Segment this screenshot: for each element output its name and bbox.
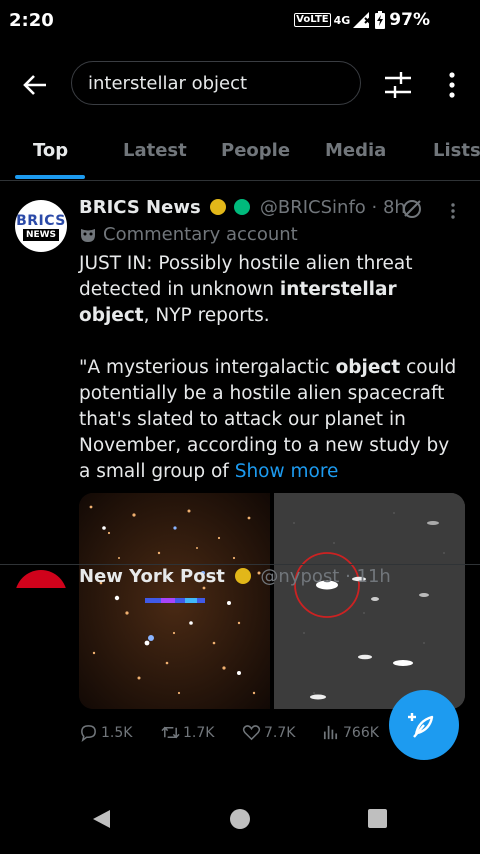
battery-icon [375, 11, 386, 29]
like-count: 7.7K [264, 724, 296, 741]
views-icon [323, 725, 338, 740]
nav-home-icon[interactable] [230, 809, 250, 829]
nav-recents-icon[interactable] [368, 809, 387, 828]
telescope-image[interactable] [274, 493, 465, 709]
tweet[interactable]: New York Post @nypost · 11h [0, 568, 480, 588]
more-options-icon[interactable] [440, 70, 464, 100]
nav-back-icon[interactable] [90, 808, 112, 830]
timestamp: · 11h [345, 568, 391, 587]
tweet-more-icon[interactable] [446, 200, 460, 222]
network-type: 4G [333, 13, 351, 27]
system-navigation-bar [0, 782, 480, 854]
account-label-text: Commentary account [103, 224, 298, 245]
display-name[interactable]: New York Post [79, 568, 225, 587]
views-count: 766K [343, 724, 379, 741]
tweet-header: New York Post @nypost · 11h [79, 568, 391, 587]
status-time: 2:20 [9, 10, 54, 31]
tab-lists[interactable]: Lists [433, 140, 480, 161]
search-header: interstellar object [0, 58, 480, 112]
search-tabs: Top Latest People Media Lists [0, 126, 480, 181]
handle[interactable]: @BRICSinfo [260, 197, 366, 218]
mask-icon [81, 228, 95, 242]
gold-verified-badge-icon [234, 568, 251, 584]
status-icons: VoLTE 4G 97% [294, 10, 430, 30]
repost-button[interactable]: 1.7K [161, 723, 214, 742]
avatar-logo-subtext: NEWS [23, 229, 59, 241]
avatar[interactable] [15, 570, 67, 588]
affiliate-badge-icon [234, 199, 251, 215]
avatar[interactable]: BRICS NEWS [15, 200, 67, 252]
starfield-image[interactable] [79, 493, 270, 709]
filter-icon[interactable] [382, 70, 414, 100]
avatar-logo-text: BRICS [16, 213, 66, 229]
compose-feather-icon [408, 713, 434, 738]
heart-icon [242, 725, 261, 741]
tweet-text: JUST IN: Possibly hostile alien threat d… [79, 253, 457, 482]
tweet-media[interactable] [79, 493, 465, 709]
search-input[interactable]: interstellar object [71, 61, 361, 105]
display-name[interactable]: BRICS News [79, 197, 201, 218]
account-label: Commentary account [79, 224, 298, 245]
repost-icon [161, 726, 180, 739]
tab-people[interactable]: People [221, 140, 290, 161]
show-more-link[interactable]: Show more [235, 461, 339, 482]
views-button[interactable]: 766K [321, 723, 379, 742]
back-arrow-icon[interactable] [18, 68, 52, 102]
active-tab-indicator [15, 175, 85, 179]
battery-percent: 97% [389, 10, 430, 30]
tab-media[interactable]: Media [325, 140, 386, 161]
gold-verified-badge-icon [210, 199, 227, 215]
tweet-divider [0, 564, 480, 565]
reply-icon [81, 725, 96, 742]
signal-icon [353, 12, 372, 28]
repost-count: 1.7K [183, 724, 215, 741]
volte-icon: VoLTE [294, 13, 331, 27]
status-bar: 2:20 VoLTE 4G 97% [0, 0, 480, 40]
compose-button[interactable] [389, 690, 459, 760]
like-button[interactable]: 7.7K [242, 723, 295, 742]
reply-count: 1.5K [101, 724, 133, 741]
tab-top[interactable]: Top [33, 140, 68, 161]
search-query: interstellar object [88, 73, 248, 94]
grok-icon[interactable] [401, 198, 423, 220]
tweet-header: BRICS News @BRICSinfo · 8h [79, 197, 406, 218]
handle[interactable]: @nypost [260, 568, 339, 587]
tab-latest[interactable]: Latest [123, 140, 187, 161]
reply-button[interactable]: 1.5K [79, 723, 132, 742]
